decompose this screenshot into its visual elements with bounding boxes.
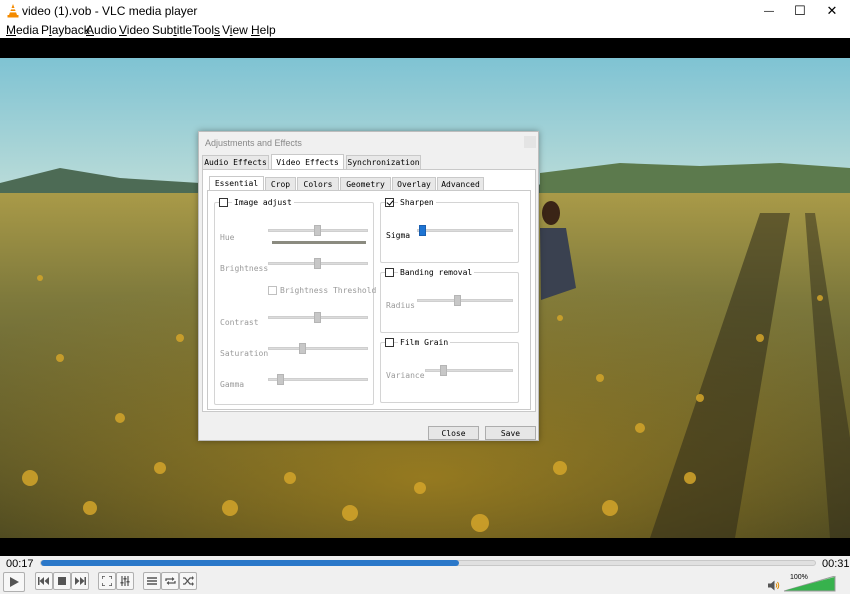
menu-subtitle[interactable]: Subtitle bbox=[152, 23, 192, 37]
menu-video[interactable]: Video bbox=[119, 23, 149, 37]
volume-slider[interactable] bbox=[784, 576, 836, 592]
sigma-label: Sigma bbox=[386, 231, 411, 240]
next-icon bbox=[75, 577, 86, 585]
subtab-geometry[interactable]: Geometry bbox=[340, 177, 391, 190]
shuffle-icon bbox=[182, 576, 194, 586]
tab-audio-effects[interactable]: Audio Effects bbox=[202, 155, 269, 169]
dialog-close-button[interactable] bbox=[524, 136, 536, 148]
stop-icon bbox=[58, 577, 66, 585]
banding-removal-label: Banding removal bbox=[398, 268, 475, 277]
brightness-threshold-checkbox[interactable] bbox=[268, 286, 277, 295]
minimize-icon: — bbox=[764, 5, 774, 17]
brightness-label: Brightness bbox=[220, 264, 269, 273]
contrast-slider[interactable] bbox=[268, 312, 368, 324]
shuffle-button[interactable] bbox=[179, 572, 197, 590]
contrast-label: Contrast bbox=[220, 318, 259, 327]
gamma-label: Gamma bbox=[220, 380, 245, 389]
total-time: 00:31 bbox=[822, 558, 850, 570]
subtab-crop[interactable]: Crop bbox=[265, 177, 296, 190]
image-adjust-checkbox[interactable] bbox=[219, 198, 228, 207]
image-adjust-group: Image adjust Hue Brightness Brightness T… bbox=[214, 198, 377, 405]
vlc-window: video (1).vob - VLC media player — ☐ ✕ M… bbox=[0, 0, 850, 594]
subtab-essential[interactable]: Essential bbox=[209, 176, 264, 190]
volume-icon[interactable] bbox=[768, 580, 780, 591]
subtab-advanced[interactable]: Advanced bbox=[437, 177, 484, 190]
next-button[interactable] bbox=[71, 572, 89, 590]
stop-button[interactable] bbox=[53, 572, 71, 590]
image-adjust-label: Image adjust bbox=[232, 198, 294, 207]
subtab-overlay[interactable]: Overlay bbox=[392, 177, 436, 190]
variance-label: Variance bbox=[386, 371, 425, 380]
equalizer-icon bbox=[120, 576, 130, 586]
playback-controls: 00:17 00:31 100% bbox=[0, 556, 850, 594]
subtab-colors[interactable]: Colors bbox=[297, 177, 339, 190]
loop-icon bbox=[164, 577, 176, 585]
extended-settings-button[interactable] bbox=[116, 572, 134, 590]
gamma-slider[interactable] bbox=[268, 374, 368, 386]
save-button[interactable]: Save bbox=[485, 426, 536, 440]
banding-removal-group: Banding removal Radius bbox=[380, 268, 519, 333]
seek-bar[interactable] bbox=[40, 560, 816, 566]
adjustments-dialog: Adjustments and Effects Audio Effects Vi… bbox=[198, 131, 539, 441]
film-grain-checkbox[interactable] bbox=[385, 338, 394, 347]
fullscreen-icon bbox=[102, 576, 112, 586]
close-icon: ✕ bbox=[826, 3, 838, 18]
video-effects-pane: Essential Crop Colors Geometry Overlay A… bbox=[202, 169, 536, 412]
radius-slider[interactable] bbox=[417, 295, 513, 307]
film-grain-group: Film Grain Variance bbox=[380, 338, 519, 403]
maximize-icon: ☐ bbox=[794, 3, 806, 18]
brightness-threshold-label: Brightness Threshold bbox=[280, 286, 377, 295]
playlist-icon bbox=[147, 577, 157, 585]
maximize-button[interactable]: ☐ bbox=[783, 0, 817, 22]
fullscreen-button[interactable] bbox=[98, 572, 116, 590]
play-icon bbox=[10, 577, 19, 587]
radius-label: Radius bbox=[386, 301, 415, 310]
hue-gradient-bar bbox=[272, 241, 366, 244]
hue-slider[interactable] bbox=[268, 225, 368, 237]
menu-audio[interactable]: Audio bbox=[86, 23, 117, 37]
menu-playback[interactable]: Playback bbox=[41, 23, 90, 37]
loop-button[interactable] bbox=[161, 572, 179, 590]
menu-view[interactable]: View bbox=[222, 23, 248, 37]
previous-button[interactable] bbox=[35, 572, 53, 590]
tab-synchronization[interactable]: Synchronization bbox=[346, 155, 421, 169]
menu-tools[interactable]: Tools bbox=[192, 23, 220, 37]
brightness-slider[interactable] bbox=[268, 258, 368, 270]
sharpen-label: Sharpen bbox=[398, 198, 436, 207]
menu-help[interactable]: Help bbox=[251, 23, 276, 37]
play-button[interactable] bbox=[3, 572, 25, 592]
sharpen-checkbox[interactable] bbox=[385, 198, 394, 207]
minimize-button[interactable]: — bbox=[752, 0, 786, 22]
playlist-button[interactable] bbox=[143, 572, 161, 590]
sharpen-group: Sharpen Sigma bbox=[380, 198, 519, 263]
previous-icon bbox=[38, 577, 49, 585]
hue-label: Hue bbox=[220, 233, 235, 242]
tab-video-effects[interactable]: Video Effects bbox=[271, 154, 344, 169]
menu-media[interactable]: Media bbox=[6, 23, 39, 37]
elapsed-time: 00:17 bbox=[6, 558, 34, 570]
seek-progress bbox=[41, 560, 459, 566]
close-dialog-button[interactable]: Close bbox=[428, 426, 479, 440]
variance-slider[interactable] bbox=[425, 365, 513, 377]
essential-pane: Image adjust Hue Brightness Brightness T… bbox=[207, 190, 531, 410]
sigma-slider[interactable] bbox=[417, 225, 513, 237]
dialog-title: Adjustments and Effects bbox=[205, 138, 302, 148]
window-title: video (1).vob - VLC media player bbox=[22, 4, 198, 18]
saturation-label: Saturation bbox=[220, 349, 269, 358]
saturation-slider[interactable] bbox=[268, 343, 368, 355]
banding-removal-checkbox[interactable] bbox=[385, 268, 394, 277]
close-button[interactable]: ✕ bbox=[815, 0, 849, 22]
menu-bar: Media Playback Audio Video Subtitle Tool… bbox=[0, 22, 850, 38]
title-bar: video (1).vob - VLC media player — ☐ ✕ bbox=[0, 0, 850, 22]
film-grain-label: Film Grain bbox=[398, 338, 451, 347]
vlc-cone-icon bbox=[7, 4, 19, 18]
